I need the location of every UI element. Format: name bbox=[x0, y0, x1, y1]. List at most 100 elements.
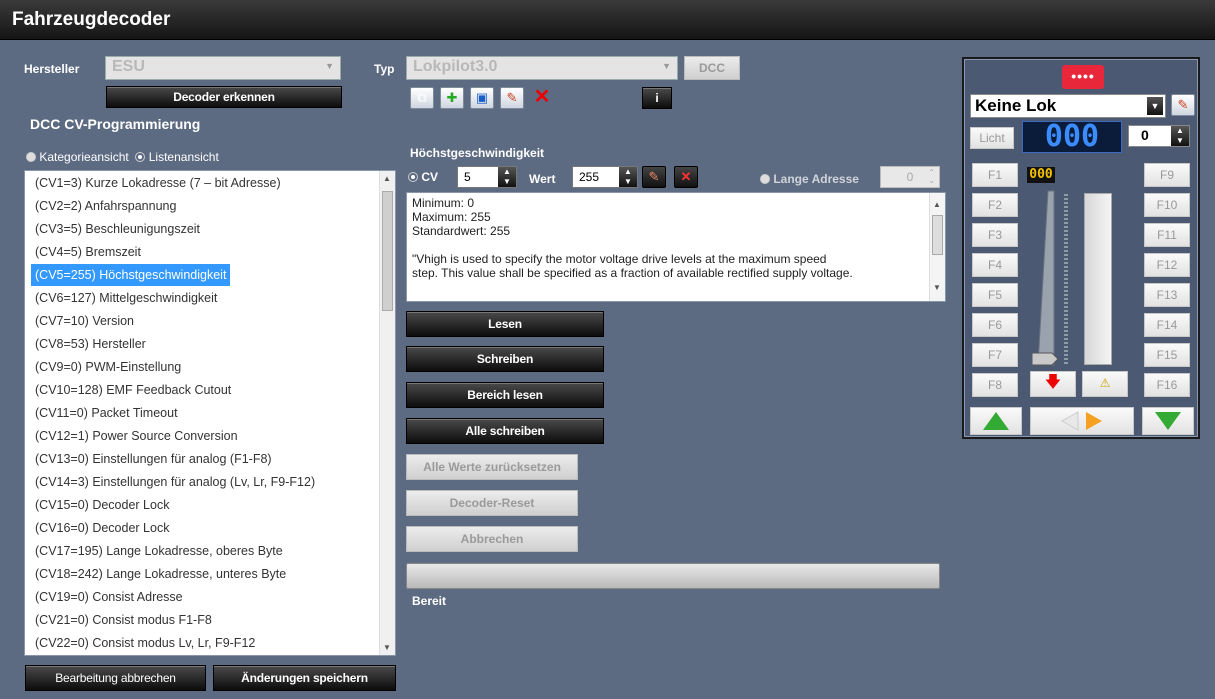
save-icon[interactable]: ▣ bbox=[470, 87, 494, 109]
function-key-f3[interactable]: F3 bbox=[972, 223, 1018, 247]
description-scrollbar[interactable]: ▲ ▼ bbox=[929, 193, 945, 301]
cancel-edit-button[interactable]: Bearbeitung abbrechen bbox=[25, 665, 206, 691]
list-item[interactable]: (CV6=127) Mittelgeschwindigkeit bbox=[31, 287, 221, 309]
type-select[interactable]: Lokpilot3.0 ▼ bbox=[406, 56, 678, 80]
function-key-f16[interactable]: F16 bbox=[1144, 373, 1190, 397]
scroll-down-icon[interactable]: ▼ bbox=[383, 643, 391, 652]
function-key-f11[interactable]: F11 bbox=[1144, 223, 1190, 247]
info-icon[interactable]: i bbox=[642, 87, 672, 109]
function-key-f15[interactable]: F15 bbox=[1144, 343, 1190, 367]
function-key-f9[interactable]: F9 bbox=[1144, 163, 1190, 187]
function-key-f10[interactable]: F10 bbox=[1144, 193, 1190, 217]
long-address-radio[interactable]: Lange Adresse bbox=[760, 172, 859, 186]
title-bar bbox=[0, 0, 1215, 40]
wrench-icon[interactable]: ✎ bbox=[500, 87, 524, 109]
stepper-arrows-icon[interactable]: ⌃ ⌄ bbox=[928, 169, 935, 185]
stepper-arrows-icon[interactable]: ▲ ▼ bbox=[498, 167, 516, 187]
direction-toggle-button[interactable] bbox=[1030, 407, 1134, 435]
list-item[interactable]: (CV19=0) Consist Adresse bbox=[31, 586, 187, 608]
value-stepper[interactable]: 255 ▲ ▼ bbox=[572, 166, 638, 188]
list-item[interactable]: (CV16=0) Decoder Lock bbox=[31, 517, 173, 539]
cv-number-stepper[interactable]: 5 ▲ ▼ bbox=[457, 166, 517, 188]
speed-step-stepper[interactable]: 0 ▲ ▼ bbox=[1128, 125, 1190, 147]
list-item[interactable]: (CV4=5) Bremszeit bbox=[31, 241, 145, 263]
long-address-stepper[interactable]: 0 ⌃ ⌄ bbox=[880, 166, 940, 188]
stepper-arrows-icon[interactable]: ▲ ▼ bbox=[1171, 126, 1189, 146]
protocol-badge[interactable]: DCC bbox=[684, 56, 740, 80]
scroll-up-icon[interactable]: ▲ bbox=[383, 174, 391, 183]
list-item[interactable]: (CV12=1) Power Source Conversion bbox=[31, 425, 242, 447]
loco-icon[interactable]: •••• bbox=[1062, 65, 1104, 89]
function-key-f8[interactable]: F8 bbox=[972, 373, 1018, 397]
detect-decoder-button[interactable]: Decoder erkennen bbox=[106, 86, 342, 108]
type-value: Lokpilot3.0 bbox=[413, 58, 498, 75]
write-button[interactable]: Schreiben bbox=[406, 346, 604, 372]
cv-radio[interactable]: CV bbox=[408, 170, 438, 184]
list-item[interactable]: (CV10=128) EMF Feedback Cutout bbox=[31, 379, 235, 401]
loco-select[interactable]: Keine Lok ▼ bbox=[970, 94, 1166, 118]
light-button[interactable]: Licht bbox=[970, 127, 1014, 149]
list-item[interactable]: (CV2=2) Anfahrspannung bbox=[31, 195, 180, 217]
function-key-f13[interactable]: F13 bbox=[1144, 283, 1190, 307]
description-line: Maximum: 255 bbox=[412, 210, 491, 224]
function-key-f2[interactable]: F2 bbox=[972, 193, 1018, 217]
list-item[interactable]: (CV13=0) Einstellungen für analog (F1-F8… bbox=[31, 448, 276, 470]
reset-all-values-button[interactable]: Alle Werte zurücksetzen bbox=[406, 454, 578, 480]
list-item[interactable]: (CV8=53) Hersteller bbox=[31, 333, 150, 355]
direction-forward-button[interactable] bbox=[970, 407, 1022, 435]
radio-list[interactable] bbox=[135, 152, 146, 162]
copy-icon[interactable]: ⧉ bbox=[410, 87, 434, 109]
save-changes-button[interactable]: Änderungen speichern bbox=[213, 665, 396, 691]
speed-slider-thumb[interactable] bbox=[1032, 352, 1059, 366]
stepper-arrows-icon[interactable]: ▲ ▼ bbox=[619, 167, 637, 187]
chevron-down-icon[interactable]: ▼ bbox=[1147, 97, 1163, 115]
cv-list[interactable]: (CV1=3) Kurze Lokadresse (7 – bit Adress… bbox=[24, 170, 396, 656]
delete-icon[interactable]: ✕ bbox=[530, 87, 554, 109]
scroll-up-icon[interactable]: ▲ bbox=[933, 198, 941, 212]
write-wrench-icon[interactable]: ✎ bbox=[642, 166, 666, 188]
scroll-thumb[interactable] bbox=[382, 191, 393, 311]
emergency-stop-icon[interactable]: 🡇 bbox=[1030, 371, 1076, 397]
section-title: DCC CV-Programmierung bbox=[30, 116, 201, 132]
list-item[interactable]: (CV5=255) Höchstgeschwindigkeit bbox=[31, 264, 231, 286]
function-key-f12[interactable]: F12 bbox=[1144, 253, 1190, 277]
list-item[interactable]: (CV11=0) Packet Timeout bbox=[31, 402, 182, 424]
scroll-down-icon[interactable]: ▼ bbox=[933, 281, 941, 295]
list-item[interactable]: (CV1=3) Kurze Lokadresse (7 – bit Adress… bbox=[31, 172, 285, 194]
read-button[interactable]: Lesen bbox=[406, 311, 604, 337]
decoder-reset-button[interactable]: Decoder-Reset bbox=[406, 490, 578, 516]
function-key-f6[interactable]: F6 bbox=[972, 313, 1018, 337]
loco-settings-icon[interactable]: ✎ bbox=[1171, 94, 1195, 116]
function-key-f7[interactable]: F7 bbox=[972, 343, 1018, 367]
radio-category[interactable] bbox=[26, 152, 36, 162]
list-item[interactable]: (CV14=3) Einstellungen für analog (Lv, L… bbox=[31, 471, 319, 493]
list-item[interactable]: (CV3=5) Beschleunigungszeit bbox=[31, 218, 204, 240]
delete-value-icon[interactable]: ✕ bbox=[674, 166, 698, 188]
speed-slider[interactable] bbox=[1032, 187, 1072, 371]
list-item[interactable]: (CV7=10) Version bbox=[31, 310, 138, 332]
arrow-up-icon bbox=[983, 412, 1009, 430]
list-item[interactable]: (CV21=0) Consist modus F1-F8 bbox=[31, 609, 216, 631]
speed-display: 000 bbox=[1027, 167, 1055, 183]
function-key-f14[interactable]: F14 bbox=[1144, 313, 1190, 337]
function-key-f1[interactable]: F1 bbox=[972, 163, 1018, 187]
manufacturer-select[interactable]: ESU ▼ bbox=[105, 56, 341, 80]
detail-title: Höchstgeschwindigkeit bbox=[410, 146, 545, 160]
read-range-button[interactable]: Bereich lesen bbox=[406, 382, 604, 408]
abort-button[interactable]: Abbrechen bbox=[406, 526, 578, 552]
function-key-f4[interactable]: F4 bbox=[972, 253, 1018, 277]
list-item[interactable]: (CV18=242) Lange Lokadresse, unteres Byt… bbox=[31, 563, 290, 585]
list-item[interactable]: (CV15=0) Decoder Lock bbox=[31, 494, 173, 516]
write-all-button[interactable]: Alle schreiben bbox=[406, 418, 604, 444]
list-item[interactable]: (CV22=0) Consist modus Lv, Lr, F9-F12 bbox=[31, 632, 259, 654]
warning-icon[interactable]: ⚠ bbox=[1082, 371, 1128, 397]
scroll-thumb[interactable] bbox=[932, 215, 943, 255]
scrollbar[interactable]: ▲ ▼ bbox=[379, 171, 395, 655]
direction-reverse-button[interactable] bbox=[1142, 407, 1194, 435]
list-item[interactable]: (CV9=0) PWM-Einstellung bbox=[31, 356, 185, 378]
function-key-f5[interactable]: F5 bbox=[972, 283, 1018, 307]
chevron-down-icon: ▼ bbox=[325, 61, 334, 71]
add-file-icon[interactable]: ✚ bbox=[440, 87, 464, 109]
list-item[interactable]: (CV17=195) Lange Lokadresse, oberes Byte bbox=[31, 540, 287, 562]
manufacturer-value: ESU bbox=[112, 58, 145, 75]
